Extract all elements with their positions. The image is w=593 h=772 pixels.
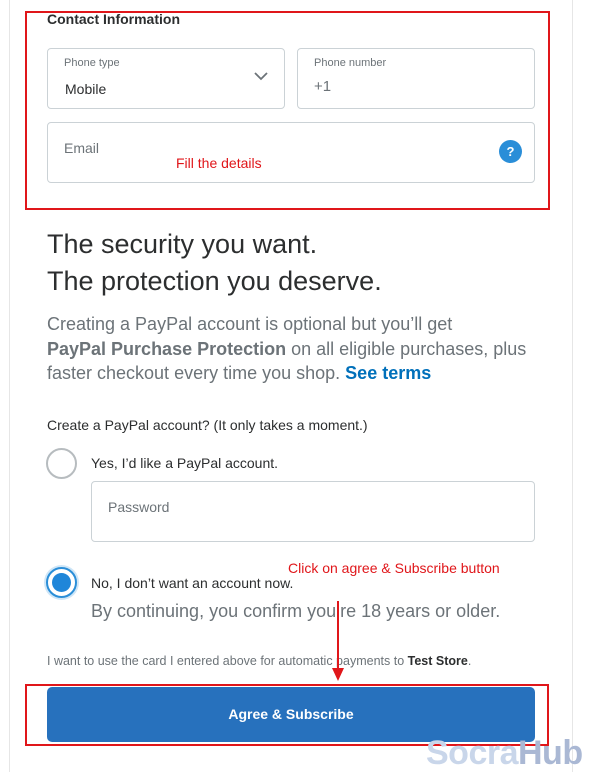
panel-border-left	[9, 0, 10, 772]
consent-text: I want to use the card I entered above f…	[47, 654, 471, 668]
account-question: Create a PayPal account? (It only takes …	[47, 417, 368, 433]
promo-body-before: Creating a PayPal account is optional bu…	[47, 314, 453, 334]
promo-body-bold: PayPal Purchase Protection	[47, 338, 287, 359]
consent-body: I want to use the card I entered above f…	[47, 654, 408, 668]
headline-line1: The security you want.	[47, 229, 318, 259]
radio-yes-label[interactable]: Yes, I’d like a PayPal account.	[91, 455, 278, 471]
password-field[interactable]: Password	[91, 481, 535, 542]
radio-no-label[interactable]: No, I don’t want an account now.	[91, 575, 293, 591]
age-confirmation-note: By continuing, you confirm you’re 18 yea…	[91, 601, 501, 621]
socrahub-watermark: SocraHub	[426, 733, 583, 772]
annotation-box-contact	[25, 11, 550, 210]
radio-yes-account[interactable]	[46, 448, 77, 479]
annotation-click-agree: Click on agree & Subscribe button	[288, 560, 500, 576]
radio-selected-dot	[52, 573, 71, 592]
radio-no-account[interactable]	[46, 567, 77, 598]
promo-text: Creating a PayPal account is optional bu…	[47, 312, 527, 386]
consent-period: .	[467, 654, 472, 668]
watermark-part1: Socra	[426, 734, 519, 772]
panel-border-right	[572, 0, 573, 772]
consent-merchant: Test Store	[407, 654, 468, 668]
annotation-fill-details: Fill the details	[176, 155, 262, 171]
watermark-part2: Hub	[518, 734, 583, 772]
see-terms-link[interactable]: See terms	[345, 363, 431, 383]
headline-line2: The protection you deserve.	[47, 266, 382, 296]
password-placeholder: Password	[108, 499, 170, 515]
